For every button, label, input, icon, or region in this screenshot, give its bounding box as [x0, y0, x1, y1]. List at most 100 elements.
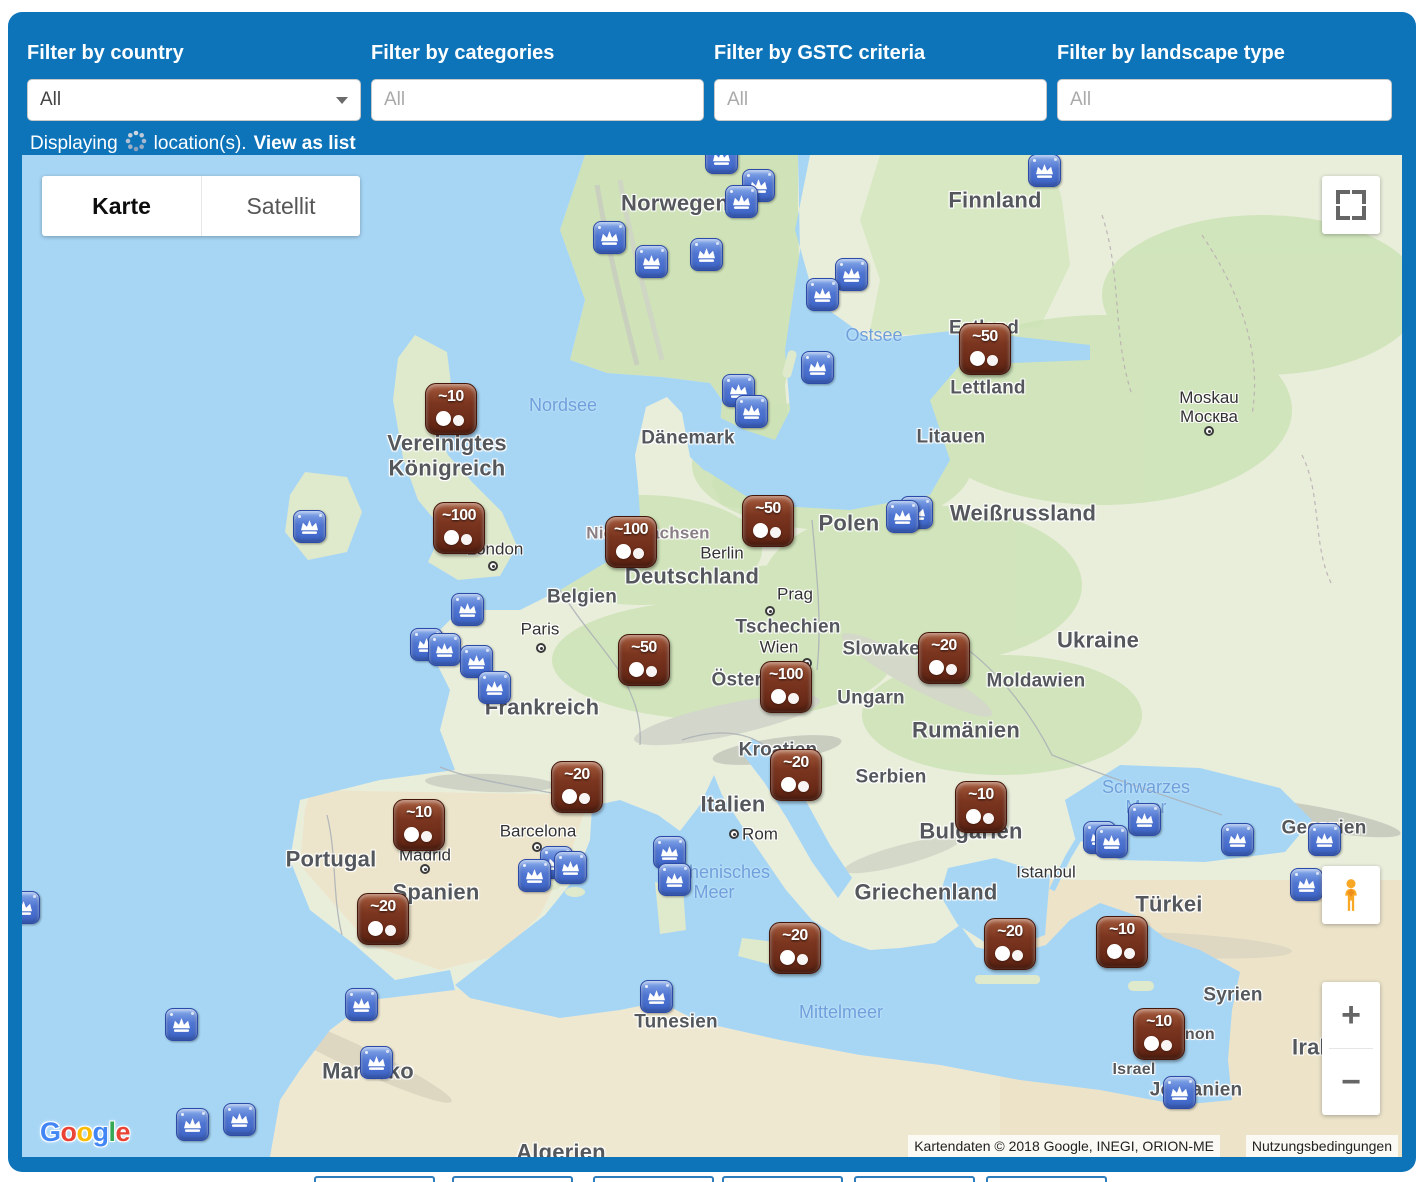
- cluster-marker-50[interactable]: ~50: [618, 634, 670, 686]
- crown-marker[interactable]: [690, 238, 723, 271]
- cluster-marker-20[interactable]: ~20: [770, 749, 822, 801]
- city-dot-rom: [729, 829, 739, 839]
- map-label-litauen: Litauen: [917, 426, 986, 447]
- pegman-icon: [1338, 878, 1364, 912]
- map-type-map-button[interactable]: Karte: [42, 176, 201, 236]
- crown-marker[interactable]: [1163, 1076, 1196, 1109]
- cluster-marker-50[interactable]: ~50: [742, 495, 794, 547]
- cluster-marker-10[interactable]: ~10: [393, 799, 445, 851]
- crown-marker[interactable]: [801, 351, 834, 384]
- map-label-portugal: Portugal: [286, 848, 377, 873]
- crown-marker[interactable]: [428, 633, 461, 666]
- partial-box: [986, 1176, 1107, 1182]
- cluster-marker-20[interactable]: ~20: [984, 918, 1036, 970]
- crown-marker[interactable]: [518, 859, 551, 892]
- map-label-wei-russland: Weißrussland: [950, 502, 1096, 527]
- country-select[interactable]: All: [27, 79, 361, 121]
- crown-marker[interactable]: [635, 245, 668, 278]
- map-label-belgien: Belgien: [547, 586, 617, 607]
- crown-marker[interactable]: [1128, 803, 1161, 836]
- city-dot-prag: [765, 606, 775, 616]
- map-label-lettland: Lettland: [950, 377, 1026, 398]
- cluster-marker-10[interactable]: ~10: [1133, 1008, 1185, 1060]
- crown-marker[interactable]: [725, 185, 758, 218]
- map-label-ungarn: Ungarn: [837, 687, 905, 708]
- map-label-griechenland: Griechenland: [855, 881, 998, 906]
- zoom-in-button[interactable]: +: [1322, 982, 1380, 1048]
- crown-marker[interactable]: [1028, 155, 1061, 187]
- landscape-input[interactable]: [1057, 79, 1392, 121]
- crown-marker[interactable]: [705, 155, 738, 174]
- filter-landscape-label: Filter by landscape type: [1057, 42, 1392, 65]
- filter-gstc-label: Filter by GSTC criteria: [714, 42, 1047, 65]
- map-label-deutschland: Deutschland: [625, 565, 759, 590]
- crown-marker[interactable]: [1290, 868, 1323, 901]
- loading-spinner-icon: [125, 130, 147, 158]
- crown-marker[interactable]: [360, 1046, 393, 1079]
- map-label-israel: Israel: [1112, 1061, 1155, 1079]
- map-label-serbien: Serbien: [855, 766, 926, 787]
- crown-marker[interactable]: [806, 278, 839, 311]
- map-label-tunesien: Tunesien: [634, 1011, 718, 1032]
- crown-marker[interactable]: [478, 671, 511, 704]
- cluster-marker-10[interactable]: ~10: [425, 383, 477, 435]
- cluster-marker-20[interactable]: ~20: [918, 632, 970, 684]
- map-city-rom: Rom: [742, 824, 778, 843]
- city-dot-paris: [536, 643, 546, 653]
- filter-gstc: Filter by GSTC criteria: [714, 42, 1047, 121]
- cluster-marker-10[interactable]: ~10: [1096, 916, 1148, 968]
- crown-marker[interactable]: [1095, 825, 1128, 858]
- map-label-italien: Italien: [701, 793, 766, 818]
- zoom-out-button[interactable]: −: [1322, 1049, 1380, 1115]
- crown-marker[interactable]: [1221, 823, 1254, 856]
- view-as-list-link[interactable]: View as list: [254, 133, 356, 155]
- google-logo[interactable]: Google: [40, 1117, 130, 1148]
- crown-marker[interactable]: [554, 851, 587, 884]
- crown-marker[interactable]: [1308, 823, 1341, 856]
- cluster-marker-100[interactable]: ~100: [605, 516, 657, 568]
- filter-categories: Filter by categories: [371, 42, 704, 121]
- sea-label-mittelmeer: Mittelmeer: [799, 1002, 883, 1022]
- country-select-value: All: [40, 89, 61, 111]
- filter-landscape: Filter by landscape type: [1057, 42, 1392, 121]
- cluster-marker-10[interactable]: ~10: [955, 781, 1007, 833]
- crown-marker[interactable]: [223, 1103, 256, 1136]
- map-canvas[interactable]: NorwegenFinnlandEstlandLettlandLitauenDä…: [22, 155, 1402, 1157]
- map-label-tschechien: Tschechien: [735, 616, 840, 637]
- map-label-slowakei: Slowakei: [843, 638, 926, 659]
- crown-marker[interactable]: [640, 980, 673, 1013]
- map-label-polen: Polen: [819, 512, 880, 537]
- map-city-berlin: Berlin: [700, 543, 743, 562]
- crown-marker[interactable]: [165, 1008, 198, 1041]
- filter-country-label: Filter by country: [27, 42, 361, 65]
- terms-link[interactable]: Nutzungsbedingungen: [1246, 1135, 1398, 1157]
- crown-marker[interactable]: [593, 221, 626, 254]
- crown-marker[interactable]: [835, 258, 868, 291]
- cluster-marker-50[interactable]: ~50: [959, 323, 1011, 375]
- cluster-marker-20[interactable]: ~20: [357, 893, 409, 945]
- crown-marker[interactable]: [886, 500, 919, 533]
- app-root: Filter by country All Filter by categori…: [0, 0, 1424, 1182]
- map-city-barcelona: Barcelona: [500, 821, 577, 840]
- map-city-prag: Prag: [777, 584, 813, 603]
- fullscreen-button[interactable]: [1322, 176, 1380, 234]
- city-dot-moskau: [1204, 426, 1214, 436]
- cluster-marker-20[interactable]: ~20: [769, 922, 821, 974]
- pegman-button[interactable]: [1322, 866, 1380, 924]
- map-city-moskau: Moskau Москва: [1179, 388, 1239, 426]
- map-type-satellite-button[interactable]: Satellit: [201, 176, 360, 236]
- categories-input[interactable]: [371, 79, 704, 121]
- cluster-marker-100[interactable]: ~100: [760, 661, 812, 713]
- cluster-marker-100[interactable]: ~100: [433, 502, 485, 554]
- map-label-d-nemark: Dänemark: [641, 427, 734, 448]
- crown-marker[interactable]: [451, 593, 484, 626]
- crown-marker[interactable]: [658, 863, 691, 896]
- crown-marker[interactable]: [22, 891, 40, 924]
- gstc-input[interactable]: [714, 79, 1047, 121]
- cluster-marker-20[interactable]: ~20: [551, 761, 603, 813]
- crown-marker[interactable]: [293, 510, 326, 543]
- crown-marker[interactable]: [176, 1108, 209, 1141]
- crown-marker[interactable]: [735, 395, 768, 428]
- partial-box: [452, 1176, 573, 1182]
- crown-marker[interactable]: [345, 988, 378, 1021]
